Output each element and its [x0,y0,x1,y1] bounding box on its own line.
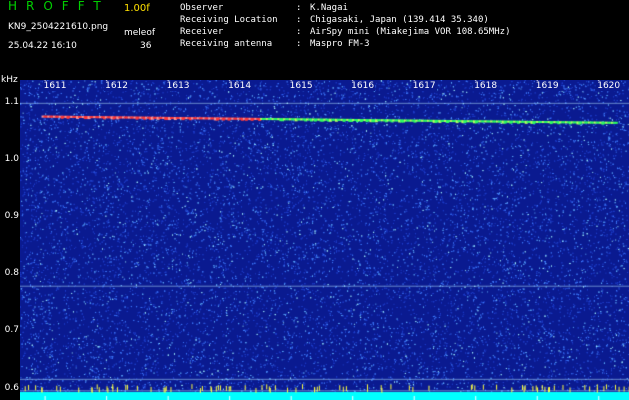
spectrogram [20,80,629,400]
header-panel: HROFFT 1.00f KN9_2504221610.png meleof 2… [0,0,629,78]
observer-separator: : [296,3,302,13]
x-tick-label: 1619 [534,81,560,91]
y-axis-unit: kHz [1,75,18,85]
antenna-label: Receiving antenna [180,39,273,49]
receiver-separator: : [296,27,302,37]
location-separator: : [296,15,302,25]
observer-value: K.Nagai [310,3,348,13]
y-tick-label: 1.0 [4,154,19,164]
y-tick-label: 0.6 [4,382,19,393]
file-name: KN9_2504221610.png [8,22,109,32]
x-tick-label: 1615 [288,81,314,91]
x-tick-label: 1614 [227,81,253,91]
receiver-value: AirSpy mini (Miakejima VOR 108.65MHz) [310,27,511,37]
x-tick-label: 1616 [350,81,376,91]
observer-label: Observer [180,3,224,13]
y-tick-label: 0.7 [4,325,19,336]
x-tick-label: 1613 [165,81,191,91]
x-tick-label: 1612 [104,81,130,91]
timestamp: 25.04.22 16:10 [8,41,77,51]
location-label: Receiving Location [180,15,278,25]
location-value: Chigasaki, Japan (139.414 35.340) [310,15,489,25]
y-tick-label: 0.8 [4,268,19,279]
y-tick-label: 0.9 [4,211,19,222]
x-tick-label: 1620 [596,81,622,91]
x-tick-label: 1617 [411,81,437,91]
x-tick-label: 1618 [473,81,499,91]
app-logo: HROFFT [8,0,110,13]
antenna-separator: : [296,39,302,49]
receiver-label: Receiver [180,27,224,37]
antenna-value: Maspro FM-3 [310,39,370,49]
meleo-label: meleof [124,28,156,38]
version-label: 1.00f [124,3,150,14]
y-tick-label: 1.1 [4,96,19,107]
meteor-count: 36 [140,41,152,51]
x-tick-label: 1611 [42,81,68,91]
